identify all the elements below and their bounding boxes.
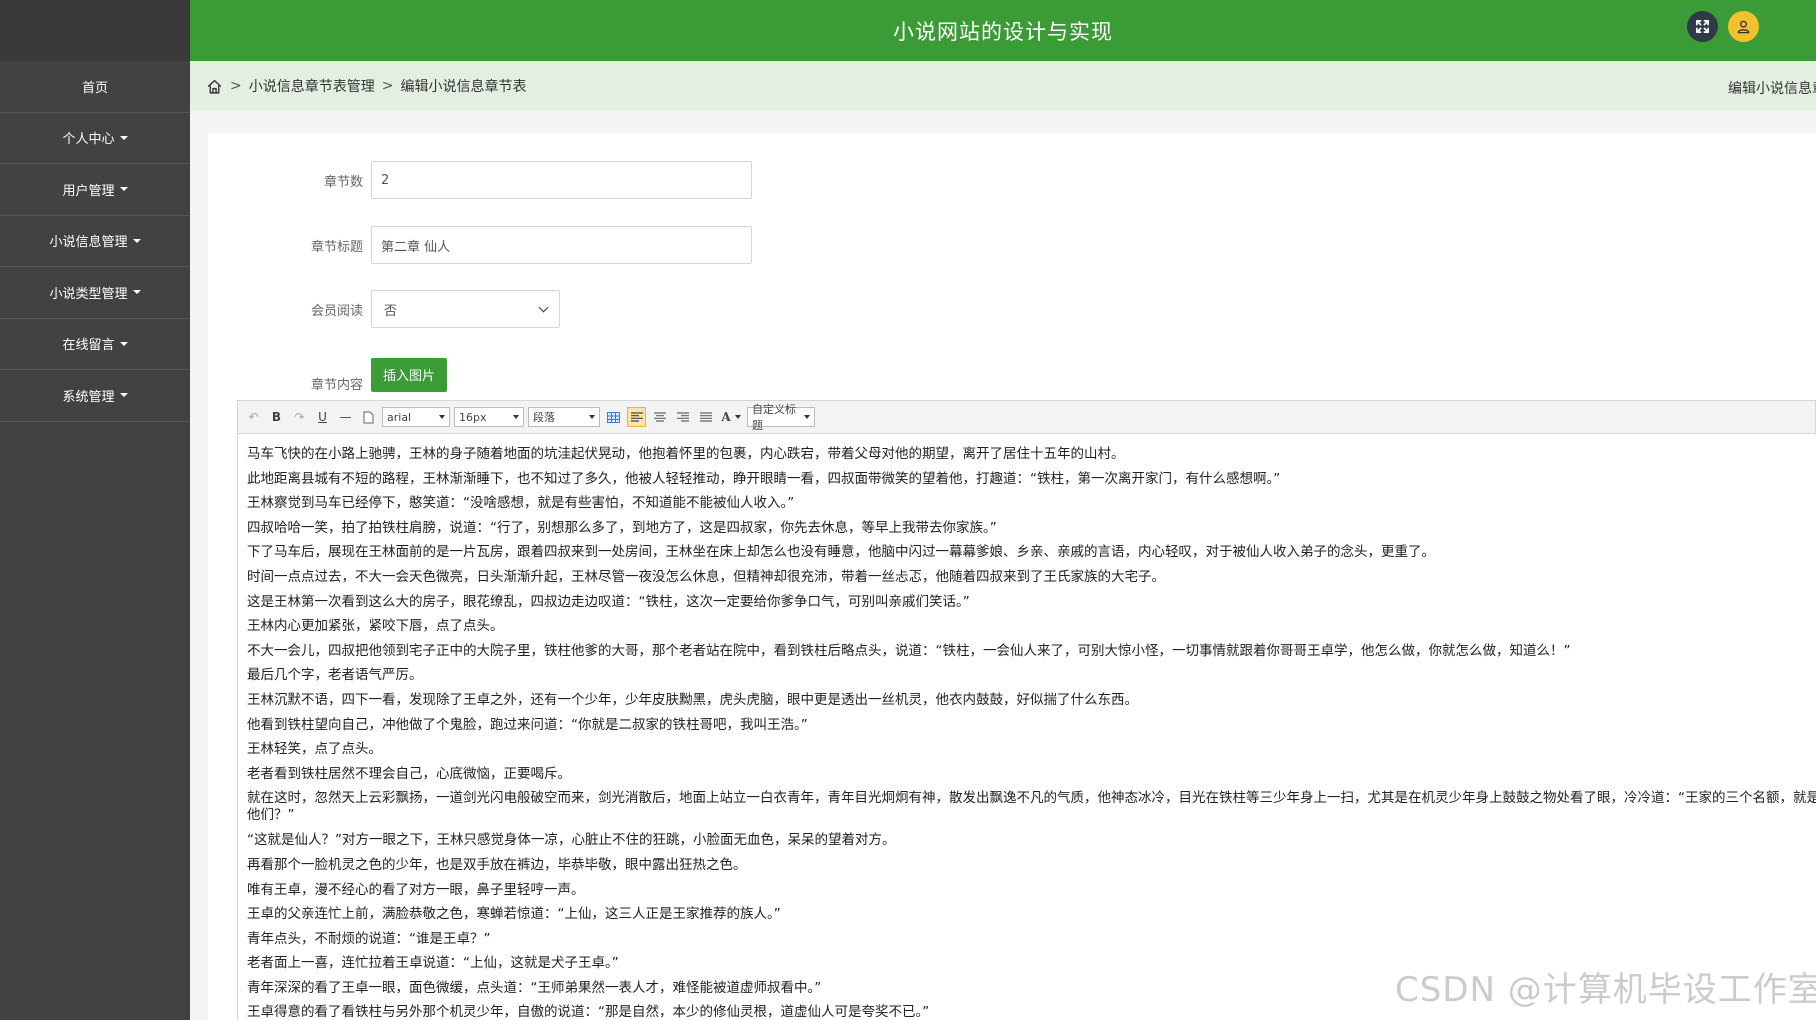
editor-paragraph: 不大一会儿，四叔把他领到宅子正中的大院子里，铁柱他爹的大哥，那个老者站在院中，看… <box>247 642 1571 659</box>
paragraph-select[interactable]: 段落 <box>528 407 600 427</box>
chapter-content-row: 章节内容 插入图片 <box>208 356 448 393</box>
sidebar-item-0[interactable]: 首页 <box>0 61 190 113</box>
undo-icon[interactable]: ↶ <box>244 407 263 427</box>
editor-paragraph: 他看到铁柱望向自己，冲他做了个鬼脸，跑过来问道：“你就是二叔家的铁柱哥吧，我叫王… <box>247 716 808 733</box>
sidebar-item-label: 用户管理 <box>62 183 115 199</box>
custom-title-value: 自定义标题 <box>752 403 796 432</box>
editor-paragraph: 这是王林第一次看到这么大的房子，眼花缭乱，四叔边走边叹道：“铁柱，这次一定要给你… <box>247 593 970 610</box>
chapter-title-input[interactable] <box>371 226 752 264</box>
home-icon[interactable] <box>206 78 223 95</box>
font-size-select[interactable]: 16px <box>454 407 524 427</box>
sidebar-item-2[interactable]: 用户管理 <box>0 164 190 216</box>
member-reading-select[interactable]: 否 <box>371 290 560 328</box>
sidebar-nav: 首页个人中心用户管理小说信息管理 小说类型管理 在线留言系统管理 <box>0 61 190 422</box>
font-color-button[interactable]: A <box>719 407 743 427</box>
editor-paragraph: 最后几个字，老者语气严厉。 <box>247 667 423 684</box>
app-title: 小说网站的设计与实现 <box>893 19 1113 44</box>
underline-button[interactable]: U <box>313 407 332 427</box>
font-family-value: arial <box>387 410 412 424</box>
member-reading-value: 否 <box>384 303 398 319</box>
sidebar-item-6[interactable]: 系统管理 <box>0 370 190 422</box>
editor-paragraph: 下了马车后，展现在王林面前的是一片瓦房，跟着四叔来到一处房间，王林坐在床上却怎么… <box>247 544 1435 561</box>
caret-down-icon <box>439 415 445 419</box>
editor-paragraph: 马车飞快的在小路上驰骋，王林的身子随着地面的坑洼起伏晃动，他抱着怀里的包裹，内心… <box>247 446 1125 462</box>
paragraph-value: 段落 <box>533 411 555 424</box>
sidebar-item-label: 在线留言 <box>62 338 115 354</box>
sidebar-item-3[interactable]: 小说信息管理 <box>0 216 190 267</box>
watermark: CSDN @计算机毕设工作室 <box>1395 970 1816 1010</box>
editor-content-area[interactable]: 马车飞快的在小路上驰骋，王林的身子随着地面的坑洼起伏晃动，他抱着怀里的包裹，内心… <box>237 434 1816 1020</box>
editor-paragraph: 王林沉默不语，四下一看，发现除了王卓之外，还有一个少年，少年皮肤黝黑，虎头虎脑，… <box>247 691 1138 708</box>
sidebar-item-label: 首页 <box>81 80 108 96</box>
sidebar-item-label: 小说信息管理 <box>49 235 128 251</box>
editor-toolbar: ↶ B ↷ U — arial 16px 段落 A 自定义标题 <box>237 400 1816 434</box>
sidebar-item-4[interactable]: 小说类型管理 <box>0 267 190 319</box>
caret-down-icon <box>734 415 741 419</box>
redo-icon[interactable]: ↷ <box>290 407 309 427</box>
editor-paragraph: “这就是仙人？”对方一眼之下，王林只感觉身体一凉，心脏止不住的狂跳，小脸面无血色… <box>247 832 896 849</box>
editor-paragraph: 就在这时，忽然天上云彩飘扬，一道剑光闪电般破空而来，剑光消散后，地面上站立一白衣… <box>247 790 1816 824</box>
caret-down-icon <box>119 393 128 398</box>
caret-down-icon <box>119 341 128 346</box>
caret-down-icon <box>804 415 810 419</box>
editor-paragraph: 唯有王卓，漫不经心的看了对方一眼，鼻子里轻哼一声。 <box>247 881 585 898</box>
sidebar-item-label: 小说类型管理 <box>49 286 128 302</box>
chapter-number-label: 章节数 <box>323 174 363 190</box>
font-color-label: A <box>721 410 731 424</box>
breadcrumb-item-manage[interactable]: 小说信息章节表管理 <box>249 76 375 96</box>
table-icon[interactable] <box>604 407 623 427</box>
editor-paragraph: 王林内心更加紧张，紧咬下唇，点了点头。 <box>247 618 504 635</box>
editor-paragraph: 王林察觉到马车已经停下，憨笑道：“没啥感想，就是有些害怕，不知道能不能被仙人收入… <box>247 495 795 512</box>
breadcrumb-separator: > <box>381 78 394 94</box>
page-heading: 编辑小说信息章 <box>1728 81 1816 97</box>
breadcrumb-separator: > <box>230 78 242 94</box>
breadcrumb-item-edit: 编辑小说信息章节表 <box>400 79 527 95</box>
align-center-icon[interactable] <box>650 407 669 427</box>
editor-paragraph: 老者看到铁柱居然不理会自己，心底微恼，正要喝斥。 <box>247 765 571 782</box>
caret-down-icon <box>119 135 128 140</box>
font-size-value: 16px <box>459 410 487 424</box>
font-family-select[interactable]: arial <box>382 407 450 427</box>
caret-down-icon <box>589 415 595 419</box>
member-reading-row: 会员阅读 否 <box>208 290 560 328</box>
editor-paragraph: 再看那个一脸机灵之色的少年，也是双手放在裤边，毕恭毕敬，眼中露出狂热之色。 <box>247 856 747 873</box>
editor-paragraph: 青年点头，不耐烦的说道：“谁是王卓？” <box>247 930 491 947</box>
editor-paragraph: 时间一点点过去，不大一会天色微亮，日头渐渐升起，王林尽管一夜没怎么休息，但精神却… <box>247 568 1165 585</box>
chapter-content-label: 章节内容 <box>310 378 363 393</box>
sidebar-item-label: 个人中心 <box>62 132 115 148</box>
member-reading-label: 会员阅读 <box>310 303 363 319</box>
chapter-number-input[interactable] <box>371 161 752 199</box>
align-right-icon[interactable] <box>673 407 692 427</box>
top-header: 小说网站的设计与实现 <box>190 0 1816 61</box>
sidebar-item-5[interactable]: 在线留言 <box>0 319 190 370</box>
fullscreen-icon <box>1696 20 1709 33</box>
editor-paragraph: 四叔哈哈一笑，拍了拍铁柱肩膀，说道：“行了，别想那么多了，到地方了，这是四叔家，… <box>247 519 997 536</box>
align-justify-icon[interactable] <box>696 407 715 427</box>
bold-button[interactable]: B <box>267 407 286 427</box>
align-left-icon[interactable] <box>627 407 646 427</box>
fullscreen-button[interactable] <box>1687 11 1718 42</box>
sidebar-item-label: 系统管理 <box>62 389 115 405</box>
editor-paragraph: 王林轻笑，点了点头。 <box>247 741 382 758</box>
user-icon <box>1737 20 1750 34</box>
user-avatar-button[interactable] <box>1728 11 1759 42</box>
breadcrumb: > 小说信息章节表管理 > 编辑小说信息章节表 编辑小说信息章 <box>190 61 1816 111</box>
caret-down-icon <box>513 415 519 419</box>
chapter-title-label: 章节标题 <box>310 239 363 255</box>
chapter-title-row: 章节标题 <box>208 226 752 264</box>
chapter-number-row: 章节数 <box>208 161 752 199</box>
caret-down-icon <box>119 187 128 192</box>
sidebar: 首页个人中心用户管理小说信息管理 小说类型管理 在线留言系统管理 <box>0 0 190 1020</box>
horizontal-rule-icon[interactable]: — <box>336 407 355 427</box>
insert-image-button[interactable]: 插入图片 <box>371 357 448 392</box>
chevron-down-icon <box>538 302 549 312</box>
caret-down-icon <box>132 238 141 243</box>
caret-down-icon <box>132 290 141 295</box>
editor-paragraph: 王卓的父亲连忙上前，满脸恭敬之色，寒蝉若惊道：“上仙，这三人正是王家推荐的族人。… <box>247 906 781 923</box>
sidebar-logo-area <box>0 0 190 61</box>
custom-title-select[interactable]: 自定义标题 <box>747 403 815 432</box>
editor-paragraph: 此地距离县城有不短的路程，王林渐渐睡下，也不知过了多久，他被人轻轻推动，睁开眼睛… <box>247 470 1281 487</box>
document-icon[interactable] <box>359 407 378 427</box>
sidebar-item-1[interactable]: 个人中心 <box>0 113 190 164</box>
